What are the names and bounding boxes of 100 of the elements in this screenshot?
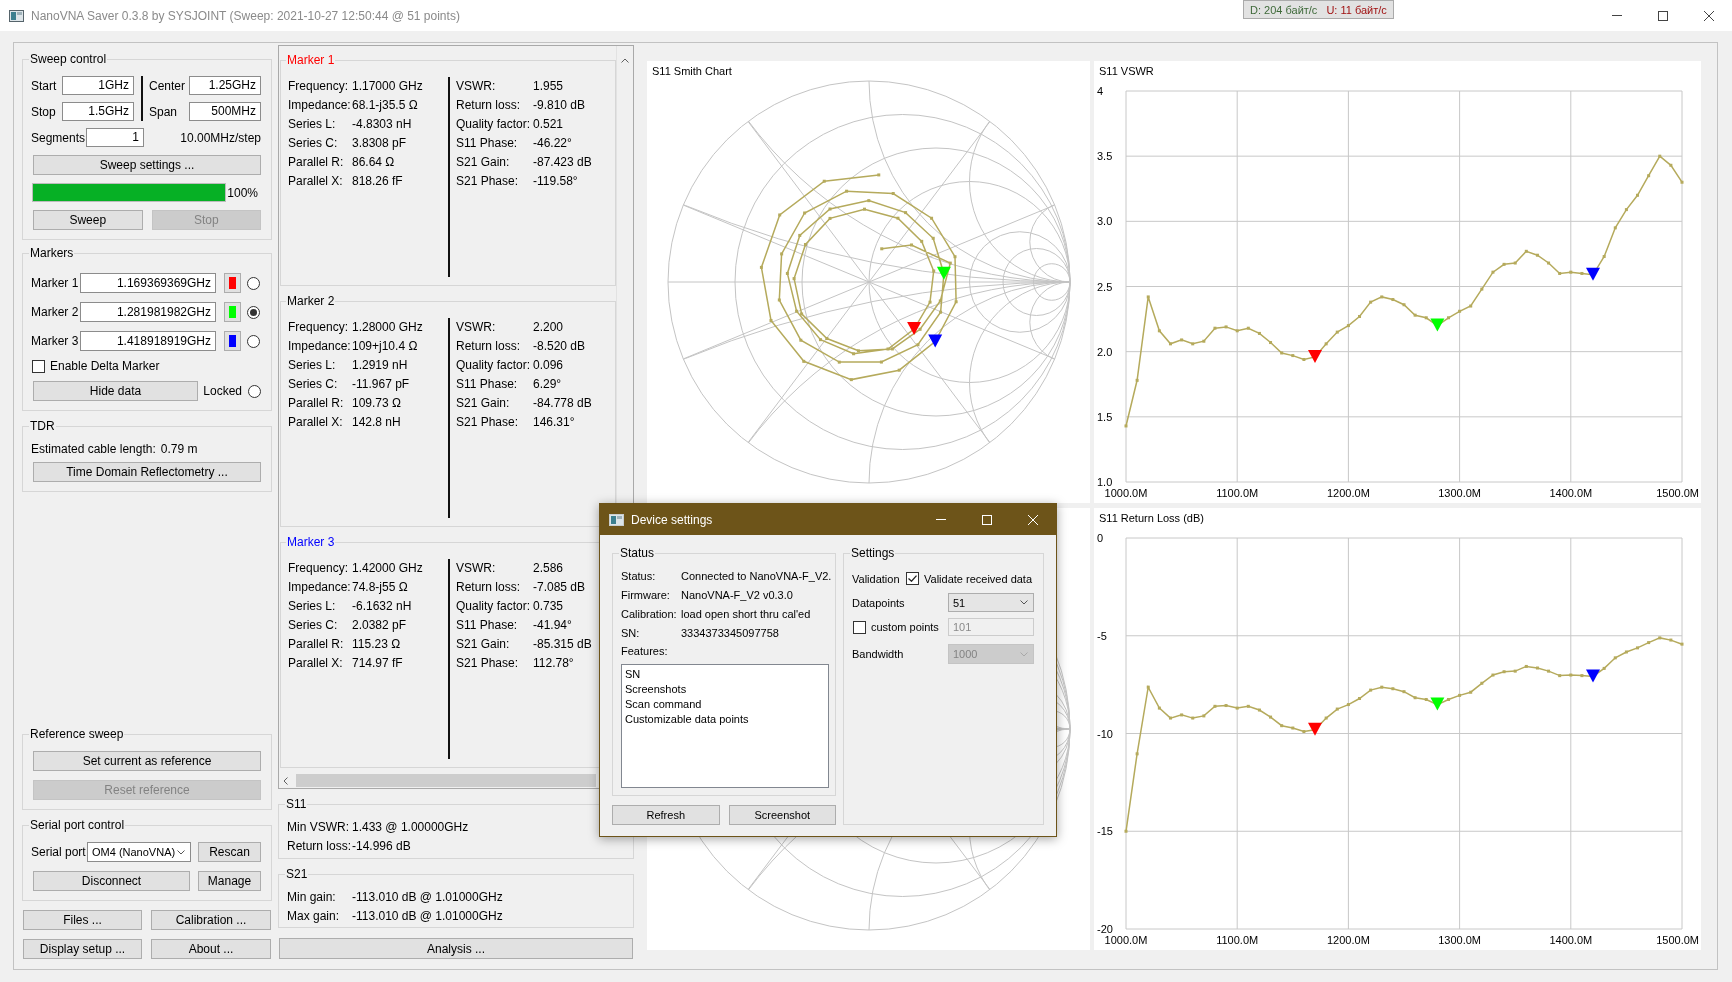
data-point (1169, 342, 1172, 346)
data-point (1636, 193, 1639, 197)
list-item[interactable]: Screenshots (625, 682, 825, 697)
field-label: S21 Gain: (456, 154, 511, 169)
data-point (1624, 650, 1628, 654)
field-label: Features: (621, 644, 669, 659)
list-item[interactable]: Scan command (625, 697, 825, 712)
field-value: 146.31° (533, 414, 576, 429)
refresh-button[interactable]: Refresh (612, 805, 720, 825)
field-label: Calibration: (621, 607, 678, 620)
field-label: Return loss: (456, 338, 522, 353)
data-point (1558, 271, 1562, 275)
display-setup-button[interactable]: Display setup ... (23, 939, 142, 959)
data-point (1680, 642, 1684, 646)
color-button[interactable] (224, 331, 241, 351)
datapoints-dropdown[interactable]: 51 (948, 593, 1034, 612)
close-icon (1028, 514, 1038, 525)
list-item[interactable]: SN (625, 667, 825, 682)
data-point (1658, 154, 1662, 158)
data-point (863, 207, 866, 211)
serial-port-dropdown[interactable]: OM4 (NanoVNA) (87, 842, 191, 862)
axis-tick-label: 1000.0M (1104, 934, 1148, 946)
field-value: 2.586 (533, 560, 565, 575)
data-point (818, 338, 822, 342)
span-field[interactable]: 500MHz (189, 102, 261, 121)
segments-field[interactable]: 1 (86, 128, 144, 147)
field-label: S11 Phase: (456, 376, 519, 391)
field-label: Return loss: (456, 579, 522, 594)
axis-tick-label: 1300.0M (1438, 487, 1481, 499)
data-point (916, 343, 920, 347)
manage-button[interactable]: Manage (198, 871, 261, 891)
data-point (932, 269, 936, 273)
scrollbar-thumb[interactable] (296, 774, 596, 787)
data-point (759, 265, 763, 269)
color-button[interactable] (224, 302, 241, 322)
data-point (1524, 249, 1528, 253)
marker-frequency-field[interactable]: 1.169369369GHz (80, 273, 216, 293)
data-point (953, 255, 957, 259)
field-value: 1.42000 GHz (352, 560, 424, 575)
color-button[interactable] (224, 273, 241, 293)
upload-speed: U: 11 байт/с (1326, 3, 1387, 16)
group-title: TDR (29, 419, 56, 433)
stop-frequency-field[interactable]: 1.5GHz (62, 102, 134, 121)
screenshot-button[interactable]: Screenshot (728, 805, 836, 825)
center-frequency-field[interactable]: 1.25GHz (189, 76, 261, 95)
radio-button[interactable] (247, 276, 260, 290)
data-point (799, 338, 803, 342)
data-point (1458, 693, 1462, 697)
field-value: 86.64 Ω (352, 154, 396, 169)
sweep-button[interactable]: Sweep (33, 210, 143, 230)
marker-frequency-field[interactable]: 1.418918919GHz (80, 331, 216, 351)
group-title: Marker 2 (286, 294, 336, 308)
field-value: 818.26 fF (352, 173, 404, 188)
data-point (1280, 724, 1284, 728)
data-point (837, 360, 841, 364)
close-icon (1704, 10, 1714, 21)
checkbox[interactable] (906, 572, 919, 585)
data-point (1324, 716, 1328, 720)
radio-dot-icon (250, 308, 257, 316)
axis-tick-label: 1100.0M (1216, 487, 1259, 499)
rescan-button[interactable]: Rescan (198, 842, 261, 862)
chart-title: S11 VSWR (1099, 65, 1154, 77)
data-point (891, 192, 895, 195)
features-list[interactable]: SN Screenshots Scan command Customizable data points (621, 664, 829, 788)
chevron-left-icon[interactable] (283, 776, 288, 785)
group-title: Status (619, 546, 656, 560)
marker-frequency-field[interactable]: 1.281981982GHz (80, 302, 216, 322)
field-label: Locked (203, 384, 242, 398)
calibration-button[interactable]: Calibration ... (151, 910, 271, 930)
marker-triangle-icon (928, 334, 943, 348)
data-point (1269, 715, 1273, 719)
data-point (1547, 261, 1551, 265)
tdr-button[interactable]: Time Domain Reflectometry ... (33, 462, 261, 482)
files-button[interactable]: Files ... (23, 910, 142, 930)
data-point (803, 211, 807, 215)
radio-button[interactable] (247, 334, 260, 348)
list-item[interactable]: Customizable data points (625, 712, 825, 727)
data-point (822, 179, 826, 183)
radio-button[interactable] (247, 305, 260, 319)
data-point (1124, 829, 1128, 833)
checkbox[interactable] (32, 359, 45, 373)
checkbox-label: custom points (871, 621, 939, 633)
field-label: S21 Gain: (456, 636, 511, 651)
disconnect-button[interactable]: Disconnect (33, 871, 190, 891)
field-label: Center (149, 78, 187, 93)
chevron-up-icon[interactable] (621, 58, 629, 63)
axis-tick-label: 1500.0M (1656, 487, 1699, 499)
start-frequency-field[interactable]: 1GHz (62, 76, 134, 95)
analysis-button[interactable]: Analysis ... (279, 938, 633, 959)
field-label: Parallel X: (288, 173, 344, 188)
field-value: 2.200 (533, 319, 565, 334)
hide-data-button[interactable]: Hide data (33, 381, 198, 401)
data-point (1391, 687, 1395, 691)
set-reference-button[interactable]: Set current as reference (33, 751, 261, 771)
radio-button[interactable] (248, 384, 261, 398)
sweep-settings-button[interactable]: Sweep settings ... (33, 155, 261, 175)
about-button[interactable]: About ... (151, 939, 271, 959)
data-point (904, 211, 908, 215)
field-label: S21 Phase: (456, 414, 520, 429)
field-label: SN: (621, 626, 641, 639)
